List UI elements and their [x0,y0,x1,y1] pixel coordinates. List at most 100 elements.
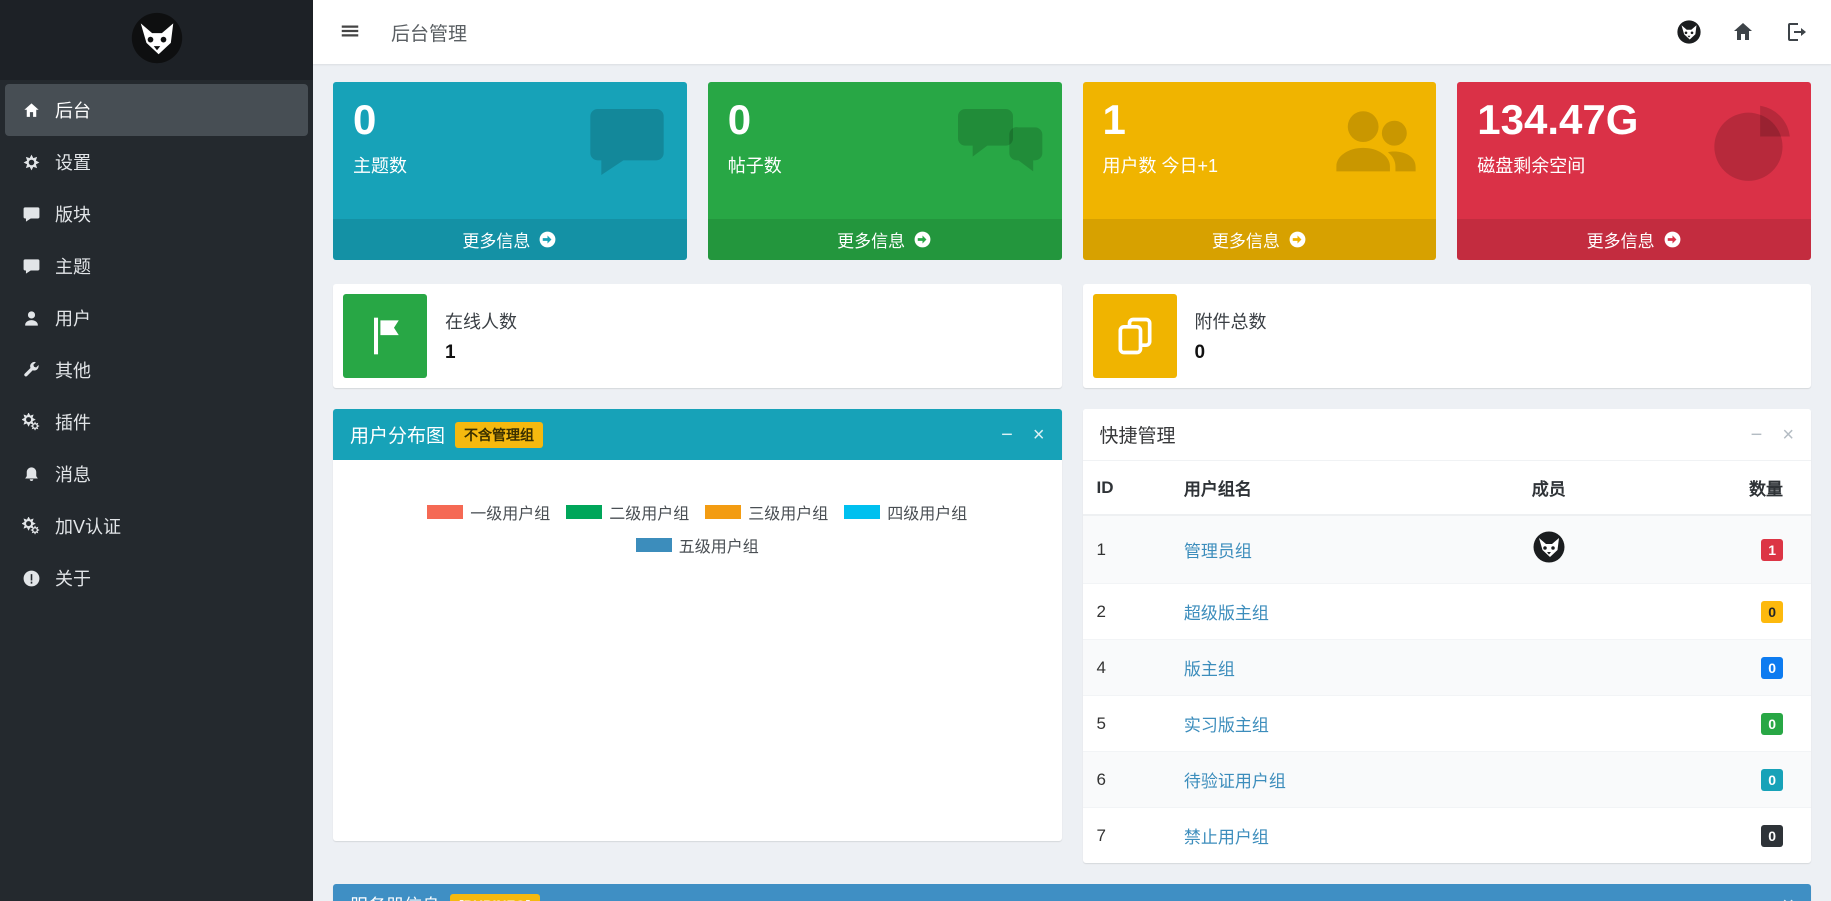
group-link[interactable]: 版主组 [1184,660,1235,679]
info-circle-icon [19,568,43,588]
sidebar: 后台 设置 版块 主题 用户 其他 [0,0,313,901]
comment-icon [19,204,43,224]
navbar-actions [1677,20,1809,44]
comment-icon [19,256,43,276]
sidebar-item-threads[interactable]: 主题 [0,240,313,292]
home-icon[interactable] [1731,20,1755,44]
sidebar-item-settings[interactable]: 设置 [0,136,313,188]
user-group-table: ID 用户组名 成员 数量 1 管理员组 1 [1083,461,1812,863]
count-badge: 0 [1761,601,1783,623]
col-header-name: 用户组名 [1170,461,1447,515]
arrow-circle-right-icon [913,230,932,250]
table-row: 2 超级版主组 0 [1083,584,1812,640]
sidebar-item-about[interactable]: 关于 [0,552,313,604]
bell-icon [19,464,43,484]
group-id: 1 [1083,515,1170,584]
sidebar-item-users[interactable]: 用户 [0,292,313,344]
sidebar-item-verify[interactable]: 加V认证 [0,500,313,552]
arrow-circle-right-icon [1663,230,1682,250]
close-button[interactable]: × [1033,425,1045,445]
sidebar-item-label: 主题 [55,253,91,279]
logout-icon[interactable] [1785,20,1809,44]
table-row: 6 待验证用户组 0 [1083,752,1812,808]
more-info-label: 更多信息 [1212,227,1280,252]
info-box-label: 附件总数 [1195,308,1267,334]
legend-swatch [636,538,672,552]
stat-box-disk: 134.47G 磁盘剩余空间 更多信息 [1457,82,1811,260]
home-icon [19,100,43,120]
table-row: 7 禁止用户组 0 [1083,808,1812,864]
more-info-link[interactable]: 更多信息 [1457,219,1811,260]
group-link[interactable]: 待验证用户组 [1184,772,1286,791]
sidebar-menu: 后台 设置 版块 主题 用户 其他 [0,80,313,608]
group-link[interactable]: 实习版主组 [1184,716,1269,735]
legend-swatch [705,505,741,519]
pie-chart-icon [1707,98,1795,186]
group-id: 6 [1083,752,1170,808]
minimize-button[interactable]: − [1751,895,1763,901]
close-button[interactable]: × [1782,895,1794,901]
panel-header: 快捷管理 − × [1083,409,1812,461]
pie-chart-area [353,557,1042,807]
count-badge: 0 [1761,657,1783,679]
stat-box-topics: 0 主题数 更多信息 [333,82,687,260]
more-info-link[interactable]: 更多信息 [708,219,1062,260]
sidebar-logo[interactable] [0,0,313,80]
info-box-online: 在线人数 1 [333,284,1062,388]
info-box-attachments: 附件总数 0 [1083,284,1812,388]
sidebar-item-other[interactable]: 其他 [0,344,313,396]
arrow-circle-right-icon [1288,230,1307,250]
panel-badge: 不含管理组 [455,422,543,448]
sidebar-item-label: 插件 [55,409,91,435]
member-avatar[interactable] [1533,531,1565,563]
table-row: 1 管理员组 1 [1083,515,1812,584]
sidebar-item-plugins[interactable]: 插件 [0,396,313,448]
sidebar-item-forums[interactable]: 版块 [0,188,313,240]
info-box-value: 1 [445,342,517,364]
quick-manage-panel: 快捷管理 − × ID 用户组名 成员 数量 [1083,409,1812,863]
top-navbar: 后台管理 [313,0,1831,64]
site-logo-icon[interactable] [1677,20,1701,44]
group-link[interactable]: 超级版主组 [1184,604,1269,623]
cogs-icon [19,516,43,536]
info-box-value: 0 [1195,342,1267,364]
table-header-row: ID 用户组名 成员 数量 [1083,461,1812,515]
fox-logo-icon [131,12,183,69]
close-button[interactable]: × [1782,425,1794,445]
group-id: 7 [1083,808,1170,864]
legend-item: 三级用户组 [705,500,828,524]
table-row: 4 版主组 0 [1083,640,1812,696]
more-info-label: 更多信息 [1587,227,1655,252]
page-title: 后台管理 [391,19,467,46]
panel-header: 用户分布图 不含管理组 − × [333,409,1062,460]
more-info-link[interactable]: 更多信息 [333,219,687,260]
sidebar-item-messages[interactable]: 消息 [0,448,313,500]
panel-title: 用户分布图 [350,421,445,448]
main-area: 后台管理 0 主题数 [313,0,1831,901]
sidebar-toggle-button[interactable] [335,17,365,47]
info-box-label: 在线人数 [445,308,517,334]
minimize-button[interactable]: − [1751,425,1763,445]
sidebar-item-label: 设置 [55,149,91,175]
minimize-button[interactable]: − [1001,425,1013,445]
more-info-link[interactable]: 更多信息 [1083,219,1437,260]
phpinfo-badge[interactable]: [PHPINFO] [450,894,540,901]
group-link[interactable]: 禁止用户组 [1184,828,1269,847]
sidebar-item-dashboard[interactable]: 后台 [5,84,308,136]
arrow-circle-right-icon [538,230,557,250]
users-icon [1332,98,1420,186]
panel-header: 服务器信息 [PHPINFO] − × [333,884,1811,901]
chart-body: 一级用户组 二级用户组 三级用户组 四级用户组 五级用户组 [333,460,1062,827]
stat-box-users: 1 用户数 今日+1 更多信息 [1083,82,1437,260]
wrench-icon [19,360,43,380]
col-header-id: ID [1083,461,1170,515]
group-id: 2 [1083,584,1170,640]
stat-box-posts: 0 帖子数 更多信息 [708,82,1062,260]
count-badge: 0 [1761,713,1783,735]
table-row: 5 实习版主组 0 [1083,696,1812,752]
app-root: 后台 设置 版块 主题 用户 其他 [0,0,1831,901]
cogs-icon [19,412,43,432]
group-link[interactable]: 管理员组 [1184,542,1252,561]
legend-swatch [427,505,463,519]
legend-item: 二级用户组 [566,500,689,524]
